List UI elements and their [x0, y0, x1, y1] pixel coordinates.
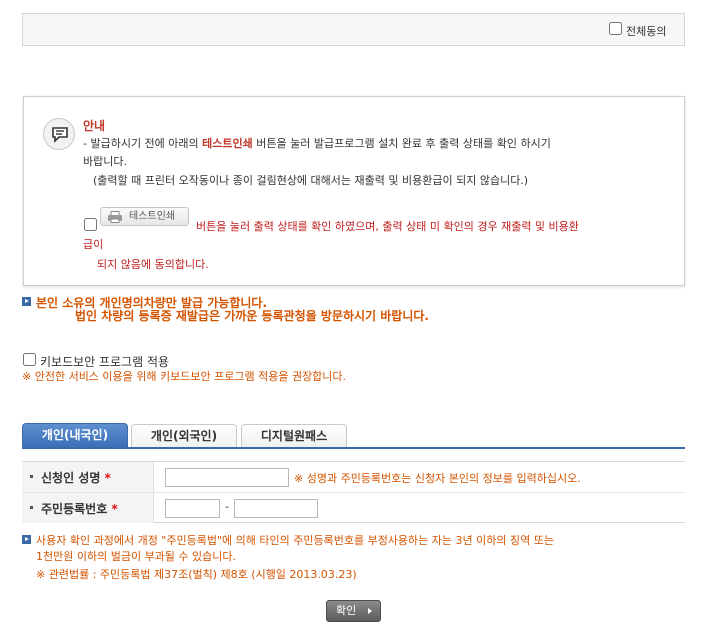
- printer-icon: [108, 211, 122, 223]
- notice-test-print-highlight: 테스트인쇄: [202, 137, 253, 150]
- agree-line-2: 급이: [83, 238, 104, 251]
- confirm-button-label: 확인: [336, 604, 357, 617]
- notice-title: 안내: [83, 119, 106, 133]
- name-row: 신청인 성명 * ※ 성명과 주민등록번호는 신청자 본인의 정보를 입력하십시…: [22, 462, 685, 492]
- rrn-label-text: 주민등록번호: [41, 502, 108, 516]
- rrn-front-input[interactable]: [165, 499, 220, 518]
- agree-line-3: 되지 않음에 동의합니다.: [97, 258, 209, 271]
- rrn-required-mark: *: [111, 502, 118, 516]
- name-required-mark: *: [104, 471, 111, 485]
- warning-line-1: 사용자 확인 과정에서 개정 "주민등록법"에 의해 타인의 주민등록번호를 부…: [36, 534, 554, 547]
- keyboard-security-checkbox[interactable]: [23, 353, 36, 366]
- warning-line-3: ※ 관련법률 : 주민등록법 제37조(벌칙) 제8호 (시행일 2013.03…: [36, 568, 357, 581]
- tab-underline: [22, 447, 685, 449]
- agree-line-1: 버튼을 눌러 출력 상태를 확인 하였으며, 출력 상태 미 확인의 경우 재출…: [196, 220, 579, 233]
- notice-line-2: 바랍니다.: [83, 155, 127, 168]
- rrn-row-header: 주민등록번호 *: [22, 493, 154, 523]
- keyboard-security-note: ※ 안전한 서비스 이용을 위해 키보드보안 프로그램 적용을 권장합니다.: [22, 370, 347, 383]
- name-label: 신청인 성명 *: [41, 469, 111, 486]
- rrn-back-input[interactable]: [234, 499, 318, 518]
- notice-speech-icon: [43, 118, 75, 150]
- applicant-form: 신청인 성명 * ※ 성명과 주민등록번호는 신청자 본인의 정보를 입력하십시…: [22, 461, 685, 523]
- rrn-label: 주민등록번호 *: [41, 500, 118, 517]
- arrow-right-icon: [368, 608, 372, 614]
- select-all-bar: 전체동의: [22, 13, 685, 46]
- tab-korean-individual[interactable]: 개인(내국인): [22, 423, 128, 447]
- test-print-button-label: 테스트인쇄: [129, 211, 175, 222]
- name-label-text: 신청인 성명: [41, 471, 101, 485]
- test-print-button[interactable]: 테스트인쇄: [100, 207, 189, 226]
- name-note: ※ 성명과 주민등록번호는 신청자 본인의 정보를 입력하십시오.: [294, 472, 581, 485]
- select-all-checkbox[interactable]: [609, 22, 622, 35]
- notice-line-3: (출력할 때 프린터 오작동이나 종이 걸림현상에 대해서는 재출력 및 비용환…: [93, 174, 529, 187]
- confirm-button[interactable]: 확인: [326, 600, 381, 622]
- info-line-2: 법인 차량의 등록증 재발급은 가까운 등록관청을 방문하시기 바랍니다.: [75, 309, 429, 323]
- info-bullet-icon: [22, 297, 31, 306]
- notice-line-1-suffix: 버튼을 눌러 발급프로그램 설치 완료 후 출력 상태를 확인 하시기: [252, 137, 551, 150]
- rrn-separator: -: [225, 500, 229, 513]
- notice-line-1-prefix: - 발급하시기 전에 아래의: [83, 137, 203, 150]
- warning-bullet-icon: [22, 535, 31, 544]
- rrn-row: 주민등록번호 * -: [22, 492, 685, 523]
- notice-line-1: - 발급하시기 전에 아래의 테스트인쇄 버튼을 눌러 발급프로그램 설치 완료…: [83, 135, 551, 151]
- name-row-header: 신청인 성명 *: [22, 462, 154, 492]
- applicant-name-input[interactable]: [165, 468, 289, 487]
- tab-foreign-individual[interactable]: 개인(외국인): [131, 424, 237, 448]
- notice-box: 안내 - 발급하시기 전에 아래의 테스트인쇄 버튼을 눌러 발급프로그램 설치…: [23, 96, 685, 286]
- tab-digital-onepass[interactable]: 디지털원패스: [241, 424, 347, 448]
- print-agree-checkbox[interactable]: [84, 218, 97, 231]
- select-all-label[interactable]: 전체동의: [626, 23, 666, 39]
- warning-line-2: 1천만원 이하의 벌금이 부과될 수 있습니다.: [36, 550, 237, 563]
